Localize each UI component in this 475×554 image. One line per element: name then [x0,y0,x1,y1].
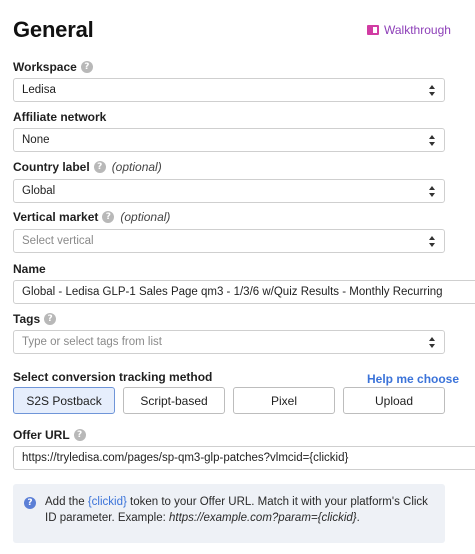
affiliate-select[interactable]: None [13,128,445,152]
country-value: Global [22,185,56,197]
name-label-text: Name [13,262,46,276]
name-input[interactable]: Global - Ledisa GLP-1 Sales Page qm3 - 1… [13,280,475,304]
upload-button[interactable]: Upload [343,387,445,414]
offer-url-label-text: Offer URL [13,428,70,442]
question-mark-icon: ? [24,497,36,509]
chevron-updown-icon [429,236,436,247]
help-me-choose-link[interactable]: Help me choose [367,372,459,386]
tracking-label-text: Select conversion tracking method [13,370,213,384]
chevron-updown-icon [429,85,436,96]
info-text-part: Add the [45,496,88,508]
country-label-text: Country label [13,160,90,174]
chevron-updown-icon [429,337,436,348]
example-url: https://example.com?param={clickid} [169,512,357,524]
vertical-label: Vertical market ? (optional) [13,210,170,224]
tags-label-text: Tags [13,312,41,326]
info-box: ? Add the {clickid} token to your Offer … [13,484,445,543]
question-mark-icon[interactable]: ? [73,429,86,441]
question-mark-icon[interactable]: ? [44,313,57,325]
question-mark-icon[interactable]: ? [93,161,106,173]
info-text: Add the {clickid} token to your Offer UR… [45,494,430,526]
affiliate-value: None [22,134,50,146]
vertical-placeholder: Select vertical [22,235,94,247]
name-label: Name [13,262,46,276]
chevron-updown-icon [429,186,436,197]
country-select[interactable]: Global [13,179,445,203]
s2s-postback-button[interactable]: S2S Postback [13,387,115,414]
tracking-label: Select conversion tracking method [13,370,212,384]
chevron-updown-icon [429,135,436,146]
clickid-token: {clickid} [87,496,127,508]
offer-url-value: https://tryledisa.com/pages/sp-qm3-glp-p… [22,452,349,464]
vertical-select[interactable]: Select vertical [13,229,445,253]
tags-label: Tags ? [13,312,57,326]
affiliate-label-text: Affiliate network [13,110,107,124]
optional-tag: (optional) [111,160,162,174]
workspace-select[interactable]: Ledisa [13,78,445,102]
question-mark-icon[interactable]: ? [80,61,93,73]
name-value: Global - Ledisa GLP-1 Sales Page qm3 - 1… [22,286,443,298]
book-icon [367,25,379,35]
info-text-part: . [356,512,360,524]
tracking-method-group: S2S Postback Script-based Pixel Upload [13,387,445,414]
offer-url-input[interactable]: https://tryledisa.com/pages/sp-qm3-glp-p… [13,446,475,470]
country-label: Country label ? (optional) [13,160,162,174]
workspace-label: Workspace ? [13,60,93,74]
optional-tag: (optional) [120,210,171,224]
walkthrough-link[interactable]: Walkthrough [367,23,451,37]
page-title: General [13,17,94,42]
walkthrough-label: Walkthrough [384,23,451,37]
pixel-button[interactable]: Pixel [233,387,335,414]
question-mark-icon[interactable]: ? [102,211,115,223]
offer-url-label: Offer URL ? [13,428,86,442]
script-based-button[interactable]: Script-based [123,387,225,414]
workspace-value: Ledisa [22,84,56,96]
tags-placeholder: Type or select tags from list [22,336,162,348]
affiliate-label: Affiliate network [13,110,106,124]
workspace-label-text: Workspace [13,60,77,74]
tags-select[interactable]: Type or select tags from list [13,330,445,354]
vertical-label-text: Vertical market [13,210,99,224]
